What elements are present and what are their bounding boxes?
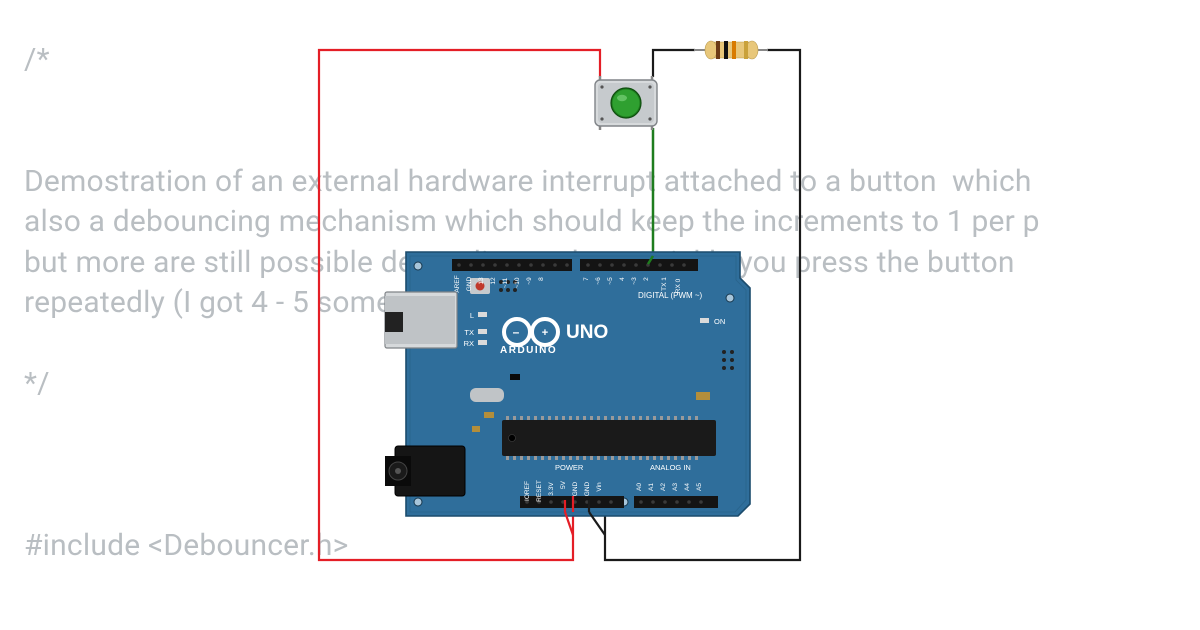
comment-open: /* (24, 42, 50, 77)
comment-close: */ (24, 366, 50, 401)
comment-desc-2: also a debouncing mechanism which should… (24, 204, 1040, 239)
comment-desc-4: repeatedly (I got 4 - 5 some (24, 285, 392, 320)
comment-desc-3: but more are still possible depending on… (24, 245, 1015, 280)
code-overlay: /* Demostration of an external hardware … (24, 40, 1200, 567)
comment-desc-1: Demostration of an external hardware int… (24, 164, 1032, 199)
include-line: #include <Debouncer.h> (24, 528, 349, 563)
